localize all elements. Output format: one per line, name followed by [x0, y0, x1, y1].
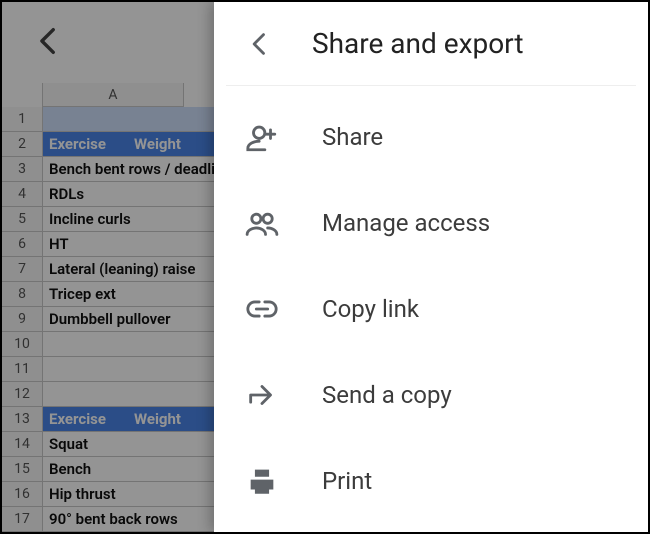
link-icon	[244, 291, 280, 327]
menu-item-label: Send a copy	[322, 381, 452, 409]
menu-item-send-a-copy[interactable]: Send a copy	[214, 352, 648, 438]
person-add-icon	[244, 119, 280, 155]
share-export-panel: Share and export Share Manage access Copy …	[214, 2, 648, 532]
menu-item-share[interactable]: Share	[214, 94, 648, 180]
menu-item-manage-access[interactable]: Manage access	[214, 180, 648, 266]
panel-back-button[interactable]	[244, 28, 276, 60]
send-icon	[244, 377, 280, 413]
print-icon	[244, 463, 280, 499]
panel-title: Share and export	[312, 27, 524, 60]
menu-item-label: Manage access	[322, 209, 490, 237]
menu-item-copy-link[interactable]: Copy link	[214, 266, 648, 352]
people-icon	[244, 205, 280, 241]
menu-item-print[interactable]: Print	[214, 438, 648, 524]
menu-item-label: Copy link	[322, 295, 419, 323]
menu-item-label: Print	[322, 467, 372, 495]
menu-item-label: Share	[322, 123, 383, 151]
